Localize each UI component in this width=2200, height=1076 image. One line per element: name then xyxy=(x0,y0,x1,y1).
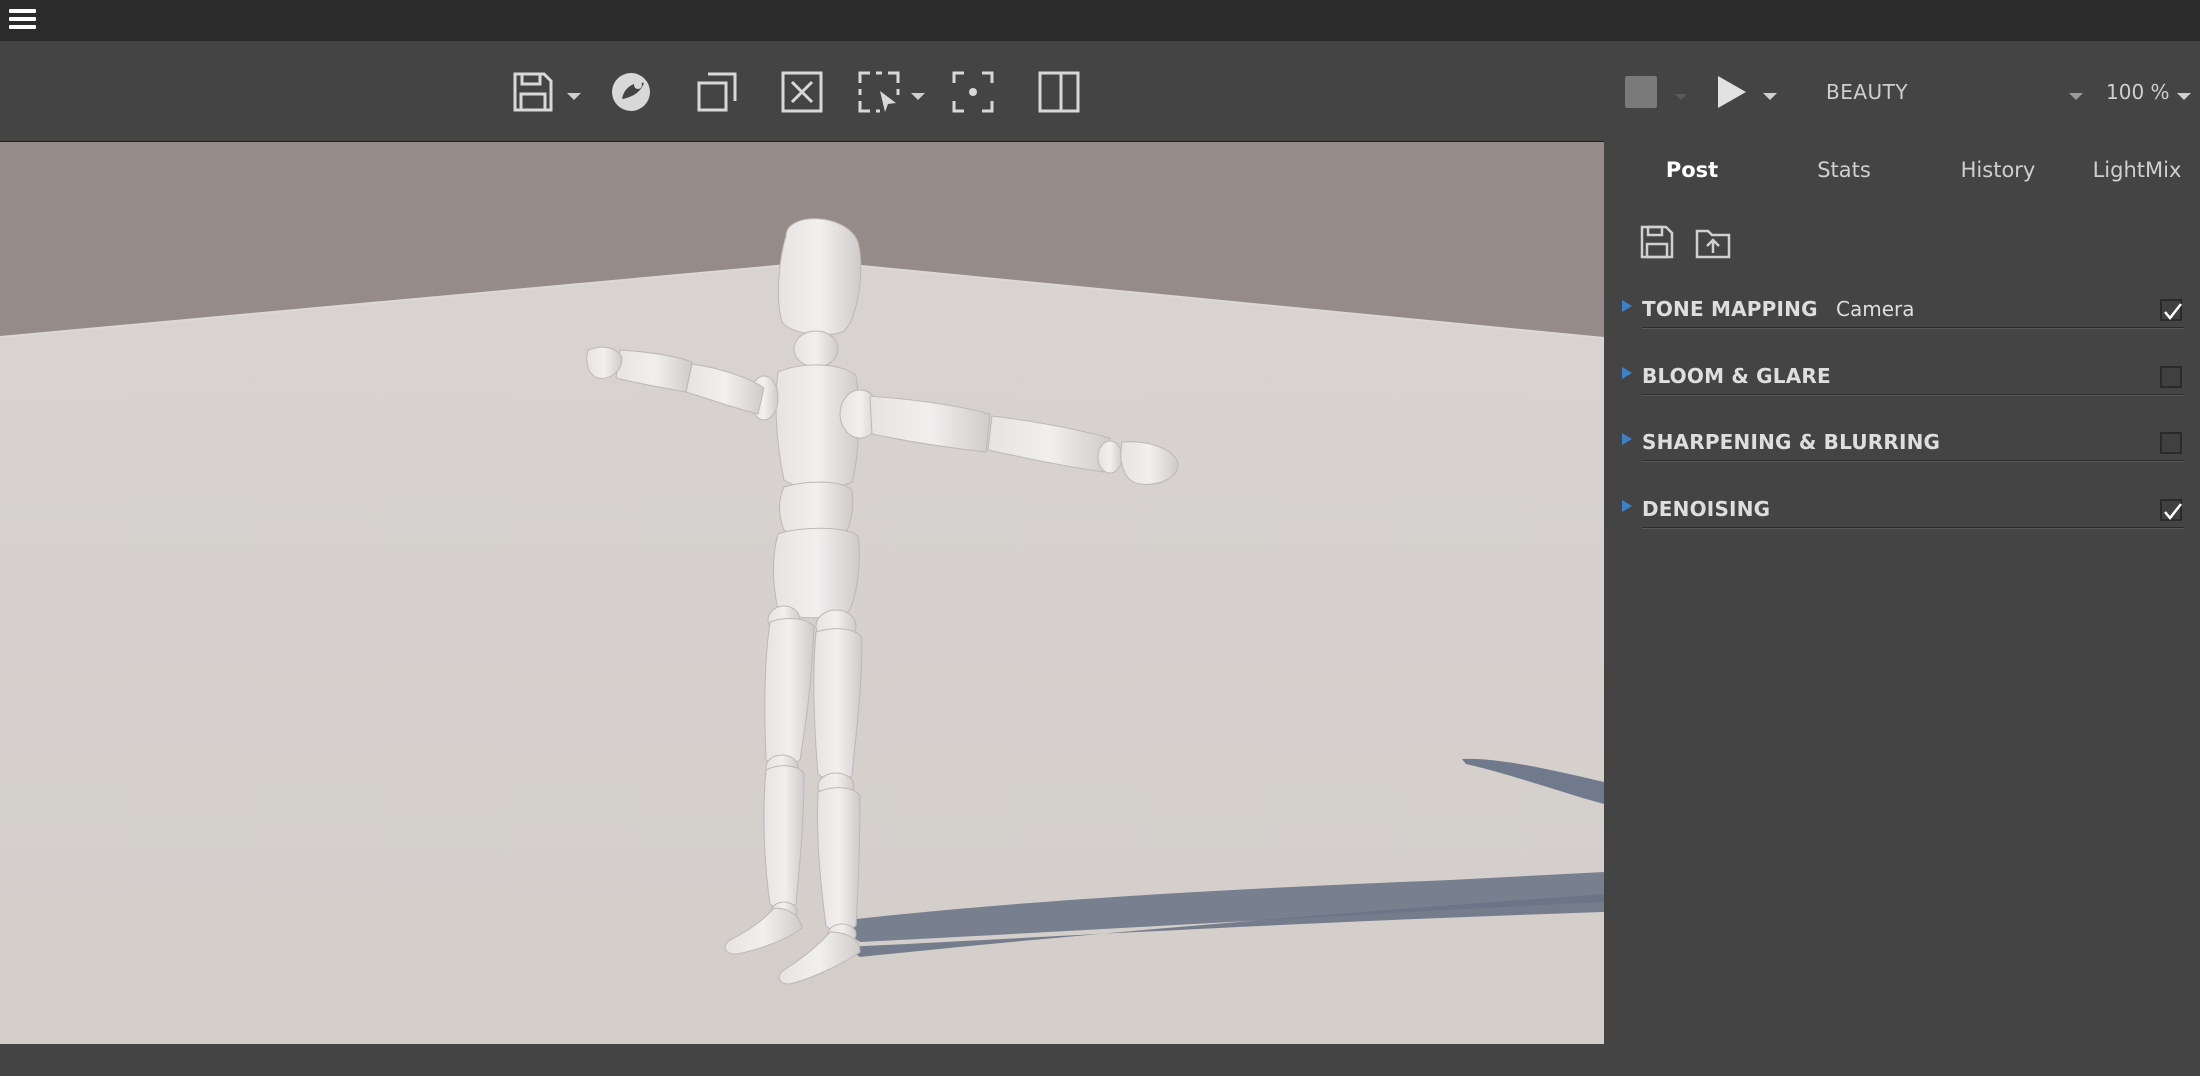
tab-stats[interactable]: Stats xyxy=(1790,155,1898,185)
section-title: TONE MAPPING xyxy=(1642,297,1818,321)
render-viewport[interactable] xyxy=(0,141,1604,1044)
checkmark-icon xyxy=(2164,503,2182,520)
load-preset-icon[interactable] xyxy=(1694,223,1734,263)
save-dropdown-caret-icon[interactable] xyxy=(566,87,582,106)
zoom-dropdown-caret-icon[interactable] xyxy=(2176,87,2192,106)
tab-lightmix[interactable]: LightMix xyxy=(2078,155,2196,185)
divider xyxy=(1642,460,2184,462)
stop-render-icon[interactable] xyxy=(1620,67,1662,117)
focus-pick-icon[interactable] xyxy=(946,67,1000,117)
render-image xyxy=(0,142,1604,1044)
duplicate-icon[interactable] xyxy=(690,67,744,117)
render-pass-select[interactable]: BEAUTY xyxy=(1826,77,2086,107)
divider xyxy=(1642,327,2184,329)
divider xyxy=(1642,394,2184,396)
expand-arrow-icon[interactable] xyxy=(1622,433,1632,445)
expand-arrow-icon[interactable] xyxy=(1622,500,1632,512)
post-effects-panel: Post Stats History LightMix TONE MAPPING… xyxy=(1604,141,2200,1044)
app-window: BEAUTY 100 % Post Stats History LightMix… xyxy=(0,0,2200,1076)
save-preset-icon[interactable] xyxy=(1638,223,1678,263)
render-pass-dropdown-caret-icon[interactable] xyxy=(2068,87,2084,106)
panel-tabs: Post Stats History LightMix xyxy=(1604,141,2200,197)
split-view-icon[interactable] xyxy=(1032,67,1086,117)
tab-history[interactable]: History xyxy=(1934,155,2062,185)
section-denoising[interactable]: DENOISING xyxy=(1622,493,2184,537)
section-sharpening-blurring[interactable]: SHARPENING & BLURRING xyxy=(1622,426,2184,470)
section-bloom-glare[interactable]: BLOOM & GLARE xyxy=(1622,360,2184,404)
bloom-glare-checkbox[interactable] xyxy=(2160,366,2182,388)
section-title: DENOISING xyxy=(1642,497,1771,521)
save-icon[interactable] xyxy=(506,67,560,117)
checkmark-icon xyxy=(2164,303,2182,320)
zoom-label: 100 % xyxy=(2106,80,2170,104)
section-title: SHARPENING & BLURRING xyxy=(1642,430,1941,454)
play-render-icon[interactable] xyxy=(1710,67,1752,117)
hamburger-menu-icon[interactable] xyxy=(9,9,37,31)
section-title: BLOOM & GLARE xyxy=(1642,364,1831,388)
play-dropdown-caret-icon[interactable] xyxy=(1762,87,1778,106)
denoising-checkbox[interactable] xyxy=(2160,499,2182,521)
expand-arrow-icon[interactable] xyxy=(1622,367,1632,379)
tone-mapping-mode: Camera xyxy=(1836,297,1915,321)
divider xyxy=(1642,527,2184,529)
stop-dropdown-caret-icon[interactable] xyxy=(1674,87,1688,106)
zoom-select[interactable]: 100 % xyxy=(2106,77,2186,107)
status-strip xyxy=(0,1044,2200,1076)
close-image-icon[interactable] xyxy=(775,67,829,117)
tone-mapping-checkbox[interactable] xyxy=(2160,299,2182,321)
render-pass-label: BEAUTY xyxy=(1826,80,1909,104)
toolbar: BEAUTY 100 % xyxy=(0,41,2200,141)
cinema4d-logo-icon[interactable] xyxy=(604,67,658,117)
region-select-icon[interactable] xyxy=(852,67,906,117)
expand-arrow-icon[interactable] xyxy=(1622,300,1632,312)
region-dropdown-caret-icon[interactable] xyxy=(910,87,926,106)
tab-post[interactable]: Post xyxy=(1640,155,1744,185)
title-bar xyxy=(0,0,2200,41)
sharpening-blurring-checkbox[interactable] xyxy=(2160,432,2182,454)
section-tone-mapping[interactable]: TONE MAPPING Camera xyxy=(1622,293,2184,337)
